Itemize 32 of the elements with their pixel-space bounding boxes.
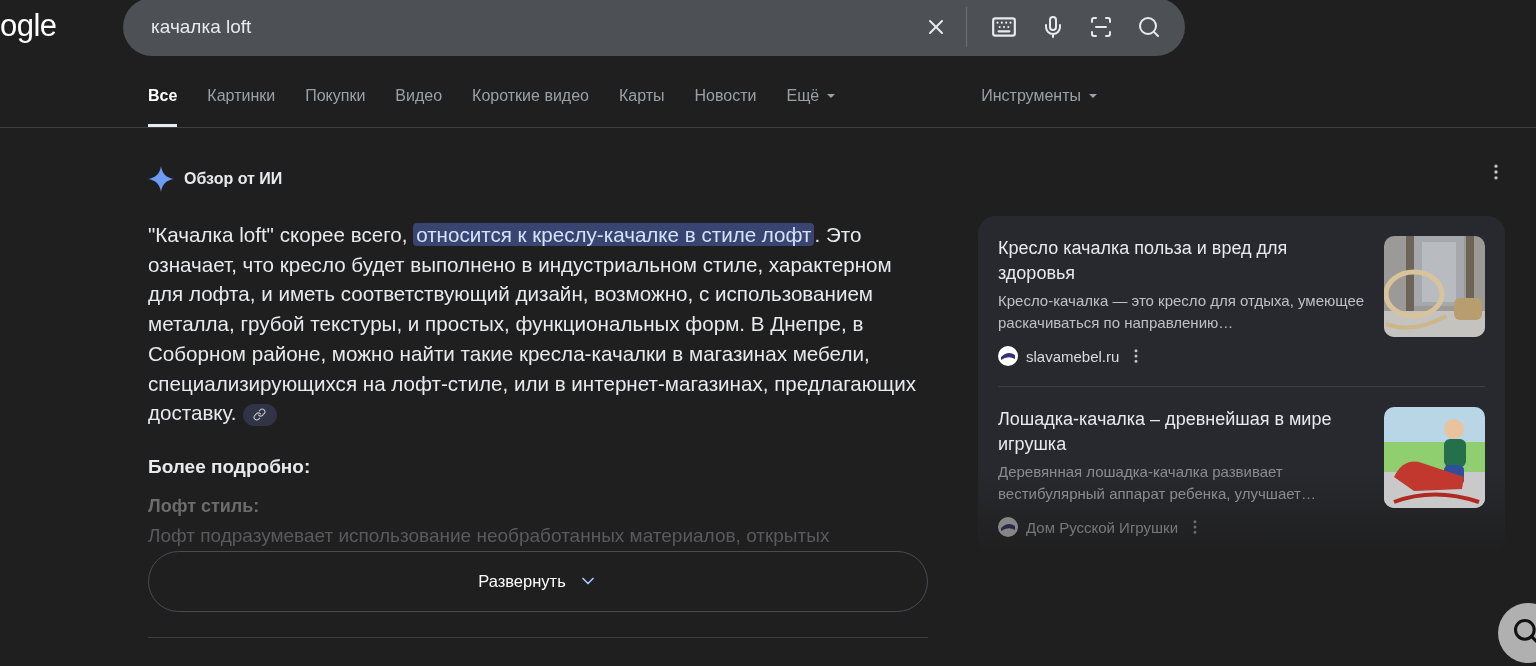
tab[interactable]: Короткие видео (472, 62, 589, 127)
search-icon (1512, 616, 1536, 645)
keyboard-icon[interactable] (991, 14, 1017, 40)
tab[interactable]: Новости (694, 62, 757, 127)
tab[interactable]: Все (148, 62, 178, 127)
tab[interactable]: Картинки (207, 62, 276, 127)
result-title[interactable]: Кресло качалка польза и вред для здоровья (998, 236, 1368, 286)
tab[interactable]: Покупки (305, 62, 366, 127)
tab[interactable]: Карты (618, 62, 665, 127)
sparkle-icon (148, 166, 174, 192)
link-icon[interactable] (242, 403, 277, 426)
result-snippet: Кресло-качалка — это кресло для отдыха, умеющее раскачиваться по направлению… (998, 291, 1366, 333)
tab[interactable]: Видео (395, 62, 443, 127)
section-heading: Более подробно: (148, 455, 312, 478)
tab[interactable]: Ещё (786, 62, 836, 127)
site-favicon-icon (998, 517, 1018, 537)
tools-menu[interactable]: Инструменты (981, 62, 1097, 127)
result-title[interactable]: Лошадка-качалка – древнейшая в мире игрушка (998, 407, 1368, 457)
result-snippet: Деревянная лошадка-качалка развивает вестибулярный аппарат ребенка, улучшает… (998, 462, 1317, 504)
logo[interactable]: ogle (0, 0, 123, 44)
search-field[interactable]: качалка loft (149, 15, 900, 39)
site-favicon-icon (998, 346, 1018, 366)
overview-title: Обзор от ИИ (184, 170, 283, 188)
search-icon[interactable] (1137, 15, 1161, 39)
expand-button[interactable]: Развернуть (148, 550, 928, 612)
overview-text: "Качалка loft" скорее всего, относится к креслу-качалке в стиле лофт. Это означает, что кресло будет выполнено в индустриальном стиле, характерном для лофта, и иметь соответствующий дизайн, возможно, с использованием металла, грубой текстуры, и простых, функциональных форм. В Днепре, в Соборном районе, можно найти такие кресла-качалки в магазинах мебели, специализирующихся на лофт-стиле, или в интернет-магазинах, предлагающих доставку. (148, 222, 917, 428)
site-name[interactable]: slavamebel.ru (1026, 347, 1120, 365)
site-name[interactable]: Дом Русской Игрушки (1026, 518, 1178, 536)
faded-text: Лофт подразумевает использование необработанных материалов, открытых (148, 524, 831, 547)
camera-lens-icon[interactable] (1089, 15, 1113, 39)
search-bar[interactable]: качалка loft (123, 0, 1185, 56)
subsection-heading: Лофт стиль: (148, 495, 261, 517)
